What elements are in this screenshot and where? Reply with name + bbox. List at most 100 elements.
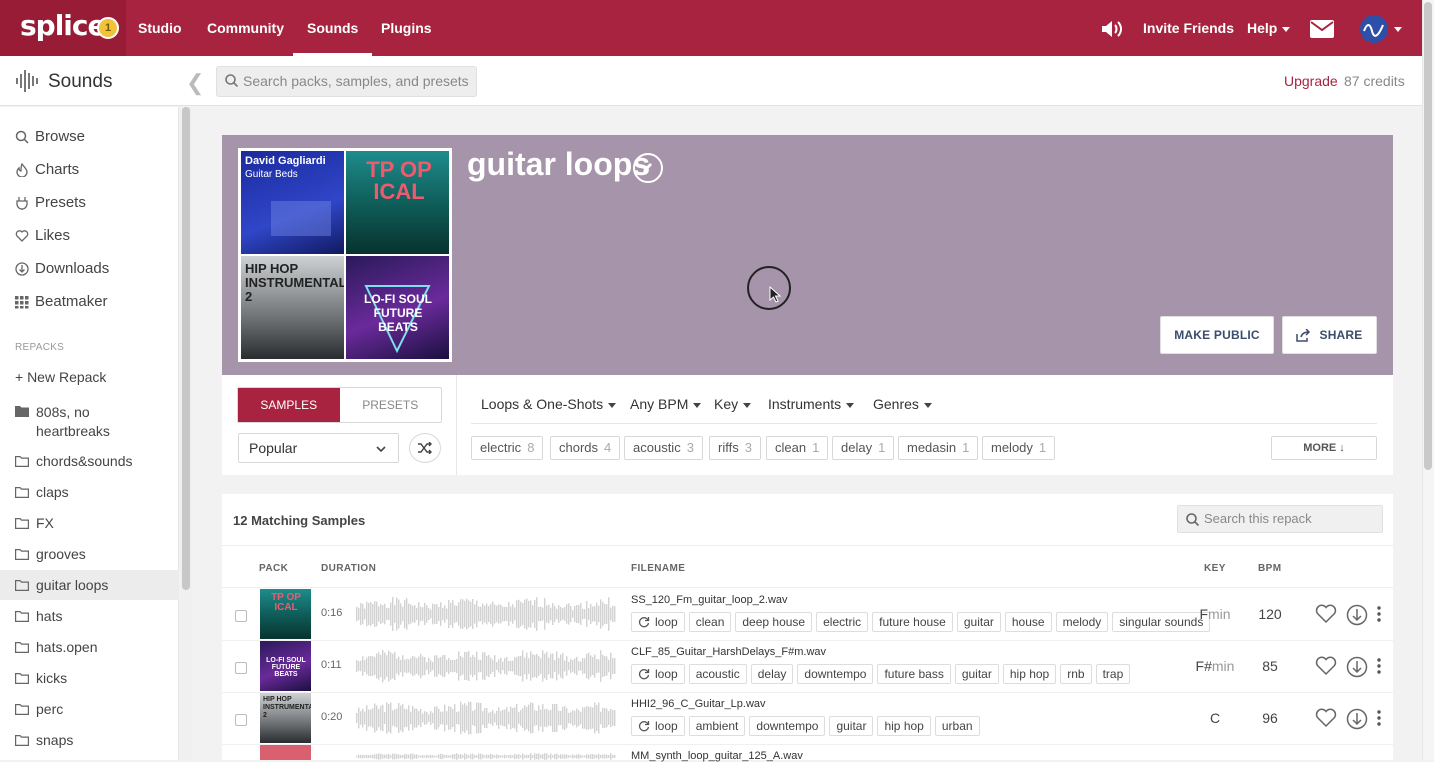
sidebar-folder[interactable]: hats — [15, 608, 62, 624]
more-options-icon[interactable] — [1375, 605, 1383, 623]
upgrade-link[interactable]: Upgrade — [1284, 73, 1338, 89]
tag[interactable]: future bass — [877, 664, 951, 684]
logo[interactable]: splice 1 — [0, 0, 126, 56]
download-icon[interactable] — [1346, 604, 1368, 626]
tag[interactable]: deep house — [735, 612, 813, 632]
tag-loop[interactable]: loop — [631, 612, 685, 632]
nav-community[interactable]: Community — [207, 0, 284, 56]
edit-title-button[interactable] — [633, 153, 663, 183]
sidebar-folder[interactable]: hats.open — [15, 639, 98, 655]
filename[interactable]: CLF_85_Guitar_HarshDelays_F#m.wav — [631, 646, 826, 658]
pack-thumbnail[interactable] — [260, 745, 311, 760]
tag[interactable]: clean — [688, 612, 732, 632]
new-repack-button[interactable]: + New Repack — [15, 369, 106, 385]
tag[interactable]: rnb — [1060, 664, 1092, 684]
sidebar-item-downloads[interactable]: Downloads — [15, 260, 109, 277]
sidebar-item-beatmaker[interactable]: Beatmaker — [15, 293, 108, 310]
tag-chip[interactable]: clean 1 — [766, 436, 829, 460]
pack-thumbnail[interactable]: TP OP ICAL — [260, 589, 311, 639]
tag-loop[interactable]: loop — [631, 716, 685, 736]
sidebar-scrollbar-thumb[interactable] — [182, 107, 190, 590]
tag[interactable]: hip hop — [1002, 664, 1057, 684]
tag-chip[interactable]: melody 1 — [982, 436, 1056, 460]
tag[interactable]: downtempo — [797, 664, 874, 684]
download-icon[interactable] — [1346, 708, 1368, 730]
sidebar-item-likes[interactable]: Likes — [15, 227, 70, 244]
notification-badge[interactable]: 1 — [97, 17, 119, 39]
tag[interactable]: acoustic — [688, 664, 747, 684]
invite-friends-link[interactable]: Invite Friends — [1143, 0, 1234, 56]
sidebar-folder[interactable]: snaps — [15, 732, 73, 748]
tag-loop[interactable]: loop — [631, 664, 685, 684]
sidebar-folder[interactable]: chords&sounds — [15, 453, 133, 469]
tag[interactable]: house — [1004, 612, 1052, 632]
more-options-icon[interactable] — [1375, 657, 1383, 675]
tag-chip[interactable]: delay 1 — [832, 436, 895, 460]
volume-icon[interactable] — [1101, 0, 1123, 56]
tab-samples[interactable]: SAMPLES — [238, 388, 340, 422]
tag-chip[interactable]: chords 4 — [550, 436, 621, 460]
dropdown-loops-oneshots[interactable]: Loops & One-Shots — [481, 396, 617, 412]
row-checkbox[interactable] — [235, 610, 247, 622]
make-public-button[interactable]: MAKE PUBLIC — [1160, 316, 1274, 354]
tag[interactable]: ambient — [688, 716, 746, 736]
sidebar-folder[interactable]: 808s, no heartbreaks — [15, 403, 135, 441]
help-menu[interactable]: Help — [1247, 0, 1291, 56]
sidebar-item-charts[interactable]: Charts — [15, 161, 79, 178]
sidebar-item-browse[interactable]: Browse — [15, 128, 85, 145]
tag-chip[interactable]: electric 8 — [471, 436, 544, 460]
nav-sounds[interactable]: Sounds — [292, 0, 373, 56]
search-input[interactable]: Search packs, samples, and presets — [216, 66, 477, 97]
tag[interactable]: electric — [816, 612, 869, 632]
more-tags-button[interactable]: MORE ↓ — [1271, 436, 1377, 460]
tag[interactable]: delay — [750, 664, 794, 684]
tag[interactable]: guitar — [829, 716, 874, 736]
tag[interactable]: guitar — [956, 612, 1001, 632]
page-scrollbar-thumb[interactable] — [1424, 2, 1432, 470]
mail-icon[interactable] — [1310, 0, 1334, 56]
waveform[interactable] — [356, 649, 616, 683]
row-checkbox[interactable] — [235, 662, 247, 674]
more-options-icon[interactable] — [1375, 709, 1383, 727]
tag-chip[interactable]: riffs 3 — [709, 436, 761, 460]
tag[interactable]: future house — [872, 612, 953, 632]
heart-icon[interactable] — [1315, 656, 1337, 676]
sort-select[interactable]: Popular — [238, 433, 399, 463]
tag[interactable]: guitar — [954, 664, 999, 684]
dropdown-bpm[interactable]: Any BPM — [630, 396, 702, 412]
avatar-menu[interactable] — [1359, 0, 1402, 56]
filename[interactable]: HHI2_96_C_Guitar_Lp.wav — [631, 698, 766, 710]
tag-chip[interactable]: acoustic 3 — [624, 436, 703, 460]
share-button[interactable]: SHARE — [1282, 316, 1377, 354]
waveform[interactable] — [356, 701, 616, 735]
sidebar-folder[interactable]: claps — [15, 484, 69, 500]
nav-plugins[interactable]: Plugins — [381, 0, 432, 56]
filename[interactable]: MM_synth_loop_guitar_125_A.wav — [631, 750, 803, 762]
sidebar-folder[interactable]: perc — [15, 701, 63, 717]
tag[interactable]: downtempo — [749, 716, 826, 736]
pack-thumbnail[interactable]: HIP HOP INSTRUMENTALS 2 — [260, 693, 311, 743]
sidebar-folder[interactable]: FX — [15, 515, 54, 531]
chevron-left-icon[interactable]: ❮ — [186, 70, 204, 96]
repack-search-input[interactable]: Search this repack — [1177, 505, 1383, 533]
waveform[interactable] — [356, 753, 616, 760]
dropdown-key[interactable]: Key — [714, 396, 752, 412]
heart-icon[interactable] — [1315, 604, 1337, 624]
dropdown-instruments[interactable]: Instruments — [768, 396, 855, 412]
download-icon[interactable] — [1346, 656, 1368, 678]
tag[interactable]: urban — [934, 716, 980, 736]
shuffle-button[interactable] — [409, 433, 441, 463]
filename[interactable]: SS_120_Fm_guitar_loop_2.wav — [631, 594, 788, 606]
heart-icon[interactable] — [1315, 708, 1337, 728]
waveform[interactable] — [356, 597, 616, 631]
tag-chip[interactable]: medasin 1 — [898, 436, 979, 460]
sidebar-folder[interactable]: grooves — [15, 546, 86, 562]
sidebar-item-presets[interactable]: Presets — [15, 194, 86, 211]
row-checkbox[interactable] — [235, 714, 247, 726]
tag[interactable]: trap — [1095, 664, 1131, 684]
pack-thumbnail[interactable]: LO-FI SOUL FUTURE BEATS — [260, 641, 311, 691]
tab-presets[interactable]: PRESETS — [340, 388, 442, 422]
sidebar-folder-active[interactable]: guitar loops — [15, 577, 108, 593]
tag[interactable]: melody — [1055, 612, 1109, 632]
sidebar-folder[interactable]: kicks — [15, 670, 67, 686]
